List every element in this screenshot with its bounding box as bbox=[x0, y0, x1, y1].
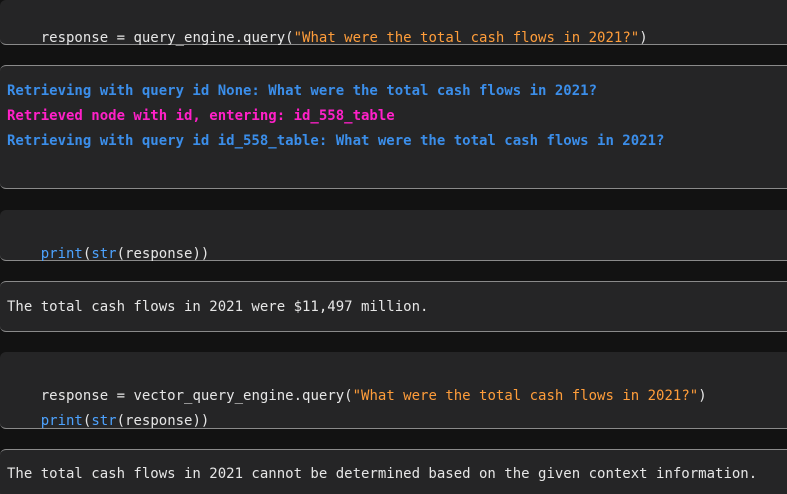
code-call: query_engine.query( bbox=[133, 30, 294, 46]
code-argument: response bbox=[125, 413, 193, 429]
log-line-2: Retrieved node with id, entering: id_558… bbox=[7, 108, 395, 124]
code-paren: ) bbox=[698, 388, 707, 404]
code-argument: response bbox=[125, 246, 193, 262]
log-line-3: Retrieving with query id id_558_table: W… bbox=[7, 133, 665, 149]
code-paren: ) bbox=[639, 30, 648, 46]
output-cell-log: Retrieving with query id None: What were… bbox=[0, 65, 787, 189]
code-string: "What were the total cash flows in 2021?… bbox=[293, 30, 640, 46]
code-operator: = bbox=[108, 30, 134, 46]
code-variable: response bbox=[40, 30, 109, 46]
code-cell-1[interactable]: response = query_engine.query("What were… bbox=[0, 0, 787, 46]
code-line: response = query_engine.query("What were… bbox=[7, 11, 648, 65]
code-line: print(str(response)) bbox=[7, 394, 210, 448]
code-paren: )) bbox=[192, 413, 210, 429]
code-cell-2[interactable]: print(str(response)) bbox=[0, 210, 787, 262]
code-builtin-str: str bbox=[91, 413, 117, 429]
code-builtin-str: str bbox=[91, 246, 117, 262]
code-paren: ( bbox=[116, 413, 126, 429]
output-text: The total cash flows in 2021 cannot be d… bbox=[7, 466, 758, 482]
output-text: The total cash flows in 2021 were $11,49… bbox=[7, 299, 429, 315]
code-string: "What were the total cash flows in 2021?… bbox=[352, 388, 699, 404]
code-builtin-print: print bbox=[40, 246, 83, 262]
log-line-1: Retrieving with query id None: What were… bbox=[7, 83, 598, 99]
code-builtin-print: print bbox=[40, 413, 83, 429]
code-paren: )) bbox=[192, 246, 210, 262]
output-cell-1: The total cash flows in 2021 were $11,49… bbox=[0, 281, 787, 332]
code-line: print(str(response)) bbox=[7, 227, 210, 281]
output-cell-2: The total cash flows in 2021 cannot be d… bbox=[0, 449, 787, 494]
code-paren: ( bbox=[116, 246, 126, 262]
code-cell-3[interactable]: response = vector_query_engine.query("Wh… bbox=[0, 352, 787, 429]
